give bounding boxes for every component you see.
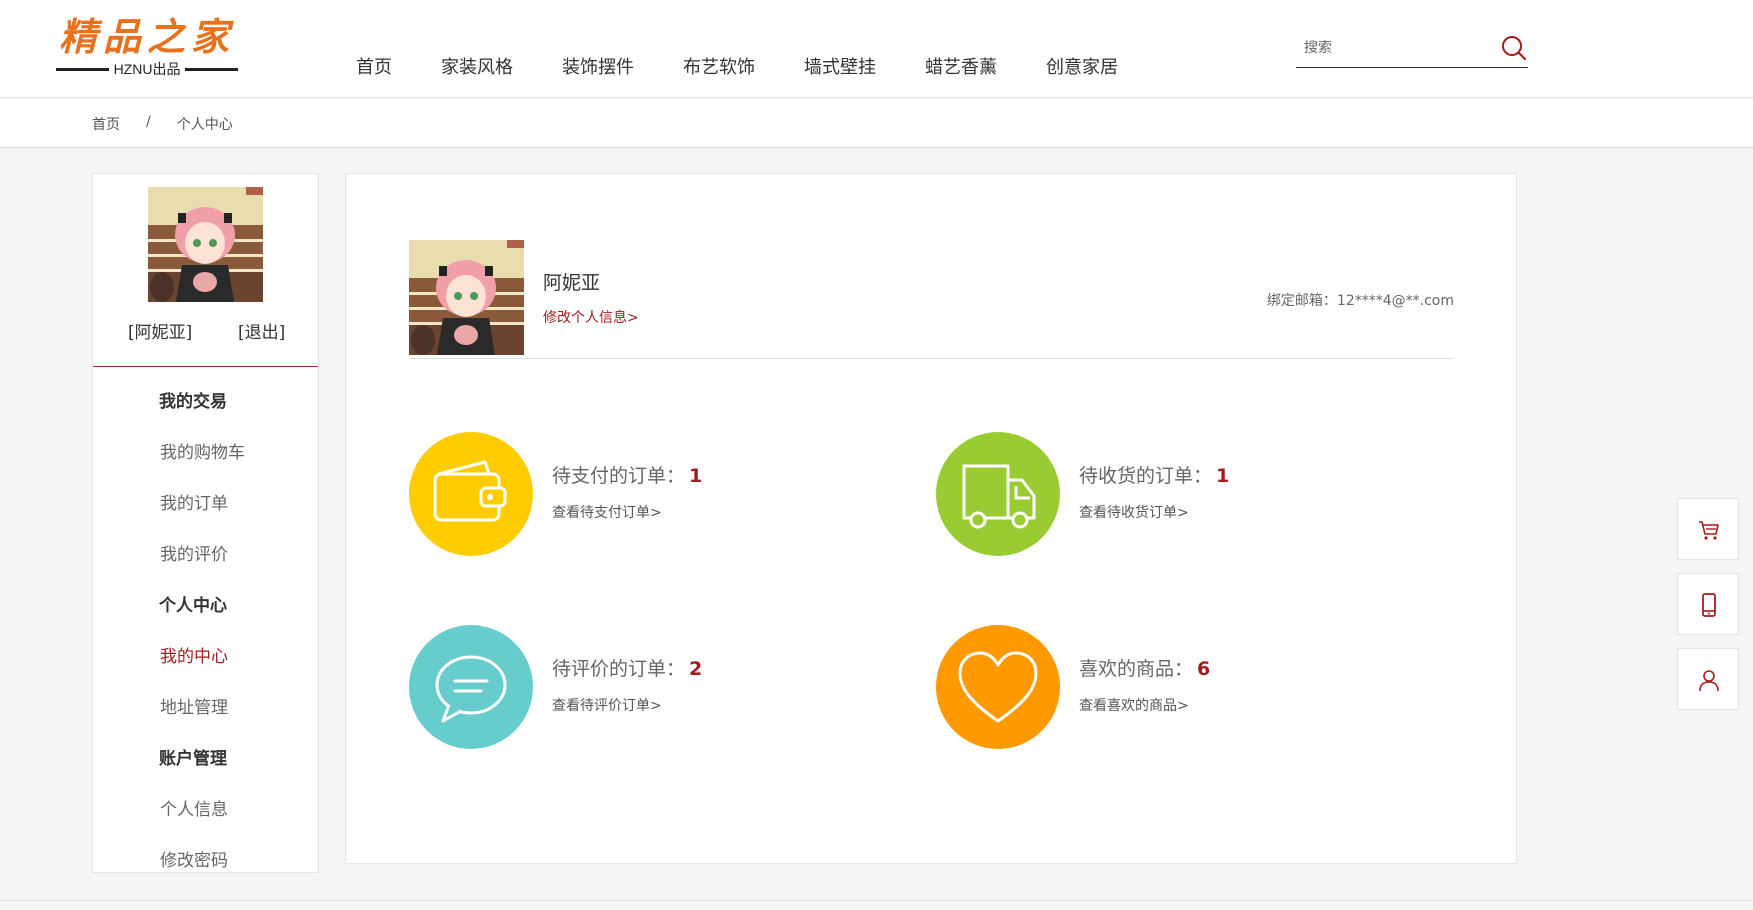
logo-line-right bbox=[185, 67, 239, 71]
breadcrumb: 首页 / 个人中心 bbox=[92, 114, 233, 134]
nav-item-decor[interactable]: 装饰摆件 bbox=[562, 56, 634, 80]
logo-subtitle: HZNU出品 bbox=[113, 61, 181, 77]
logo-line-left bbox=[56, 67, 109, 71]
nav-item-wall[interactable]: 墙式壁挂 bbox=[804, 56, 876, 80]
sidebar-item-orders[interactable]: 我的订单 bbox=[93, 479, 318, 530]
floating-mobile-button[interactable] bbox=[1677, 573, 1739, 635]
sidebar-item-cart[interactable]: 我的购物车 bbox=[93, 428, 318, 479]
stat-liked-items: 喜欢的商品： 6 查看喜欢的商品> bbox=[936, 625, 1396, 749]
bound-email: 绑定邮箱：12****4@**.com bbox=[1267, 290, 1454, 310]
breadcrumb-home[interactable]: 首页 bbox=[92, 114, 120, 134]
main-nav: 首页 家装风格 装饰摆件 布艺软饰 墙式壁挂 蜡艺香薰 创意家居 bbox=[356, 56, 1167, 80]
view-liked-items-link[interactable]: 查看喜欢的商品> bbox=[1079, 695, 1189, 715]
nav-item-home[interactable]: 首页 bbox=[356, 56, 392, 80]
nav-item-home-style[interactable]: 家装风格 bbox=[441, 56, 513, 80]
profile-name: 阿妮亚 bbox=[543, 272, 601, 294]
sidebar-item-my-center[interactable]: 我的中心 bbox=[93, 632, 318, 683]
logo-title: 精品之家 bbox=[58, 14, 235, 59]
stat-pending-delivery: 待收货的订单： 1 查看待收货订单> bbox=[936, 432, 1396, 556]
stat-pending-review: 待评价的订单： 2 查看待评价订单> bbox=[409, 625, 869, 749]
cart-icon bbox=[1699, 521, 1719, 540]
search-icon[interactable] bbox=[1500, 34, 1528, 62]
logo-subtitle-row: HZNU出品 bbox=[56, 60, 239, 78]
bound-email-label: 绑定邮箱： bbox=[1266, 293, 1337, 309]
wallet-icon[interactable] bbox=[409, 432, 533, 556]
view-pending-delivery-link[interactable]: 查看待收货订单> bbox=[1079, 502, 1189, 522]
nav-item-textile[interactable]: 布艺软饰 bbox=[683, 56, 755, 80]
edit-profile-link[interactable]: 修改个人信息> bbox=[543, 307, 639, 327]
stat-pending-payment-count: 1 bbox=[689, 465, 703, 487]
view-pending-payment-link[interactable]: 查看待支付订单> bbox=[552, 502, 662, 522]
stat-pending-review-label: 待评价的订单： bbox=[552, 658, 686, 680]
main-panel: 阿妮亚 修改个人信息> 绑定邮箱：12****4@**.com 待支付的订单： 1… bbox=[345, 173, 1517, 864]
sidebar-menu: 我的交易 我的购物车 我的订单 我的评价 个人中心 我的中心 地址管理 账户管理… bbox=[93, 367, 318, 887]
bound-email-value: 12****4@**.com bbox=[1336, 293, 1454, 309]
user-icon bbox=[1699, 670, 1719, 692]
stat-pending-delivery-title: 待收货的订单： 1 bbox=[1079, 461, 1229, 488]
avatar bbox=[148, 187, 263, 302]
search-input[interactable] bbox=[1304, 36, 1484, 60]
sidebar-group-account: 账户管理 bbox=[159, 749, 227, 769]
mobile-icon bbox=[1702, 593, 1716, 617]
nav-item-candle[interactable]: 蜡艺香薰 bbox=[925, 56, 997, 80]
breadcrumb-current: 个人中心 bbox=[176, 117, 233, 133]
stat-pending-delivery-count: 1 bbox=[1216, 465, 1230, 487]
site-header: 精品之家 HZNU出品 首页 家装风格 装饰摆件 布艺软饰 墙式壁挂 蜡艺香薰 … bbox=[0, 0, 1753, 98]
view-pending-review-link[interactable]: 查看待评价订单> bbox=[552, 695, 662, 715]
stat-pending-payment-label: 待支付的订单： bbox=[552, 465, 686, 487]
chat-icon[interactable] bbox=[409, 625, 533, 749]
stat-liked-items-label: 喜欢的商品： bbox=[1079, 658, 1194, 680]
sidebar-username[interactable]: [阿妮亚] bbox=[128, 318, 192, 343]
search-box bbox=[1296, 30, 1528, 68]
stat-pending-payment: 待支付的订单： 1 查看待支付订单> bbox=[409, 432, 869, 556]
sidebar-item-address[interactable]: 地址管理 bbox=[93, 683, 318, 734]
sidebar-item-change-password[interactable]: 修改密码 bbox=[93, 836, 318, 887]
stat-pending-payment-title: 待支付的订单： 1 bbox=[552, 461, 702, 488]
sidebar-item-profile-info[interactable]: 个人信息 bbox=[93, 785, 318, 836]
stat-pending-delivery-label: 待收货的订单： bbox=[1079, 465, 1213, 487]
stat-pending-review-title: 待评价的订单： 2 bbox=[552, 654, 702, 681]
nav-item-creative[interactable]: 创意家居 bbox=[1046, 56, 1118, 80]
heart-icon[interactable] bbox=[936, 625, 1060, 749]
floating-user-button[interactable] bbox=[1677, 648, 1739, 710]
sidebar-item-reviews[interactable]: 我的评价 bbox=[93, 530, 318, 581]
stat-liked-items-title: 喜欢的商品： 6 bbox=[1079, 654, 1210, 681]
footer-divider bbox=[0, 900, 1753, 901]
logout-link[interactable]: [退出] bbox=[238, 318, 285, 343]
sidebar-group-personal: 个人中心 bbox=[159, 596, 227, 616]
logo[interactable]: 精品之家 HZNU出品 bbox=[56, 14, 239, 80]
sidebar: [阿妮亚] [退出] 我的交易 我的购物车 我的订单 我的评价 个人中心 我的中… bbox=[92, 173, 319, 873]
truck-icon[interactable] bbox=[936, 432, 1060, 556]
floating-cart-button[interactable] bbox=[1677, 498, 1739, 560]
profile-avatar bbox=[409, 240, 524, 355]
profile-summary: 阿妮亚 修改个人信息> 绑定邮箱：12****4@**.com bbox=[409, 240, 1454, 359]
stat-pending-review-count: 2 bbox=[689, 658, 703, 680]
sidebar-group-trade: 我的交易 bbox=[159, 392, 227, 412]
stat-liked-items-count: 6 bbox=[1197, 658, 1211, 680]
breadcrumb-separator: / bbox=[146, 114, 151, 130]
sidebar-user-panel: [阿妮亚] [退出] bbox=[93, 174, 318, 367]
breadcrumb-bar: 首页 / 个人中心 bbox=[0, 99, 1753, 148]
